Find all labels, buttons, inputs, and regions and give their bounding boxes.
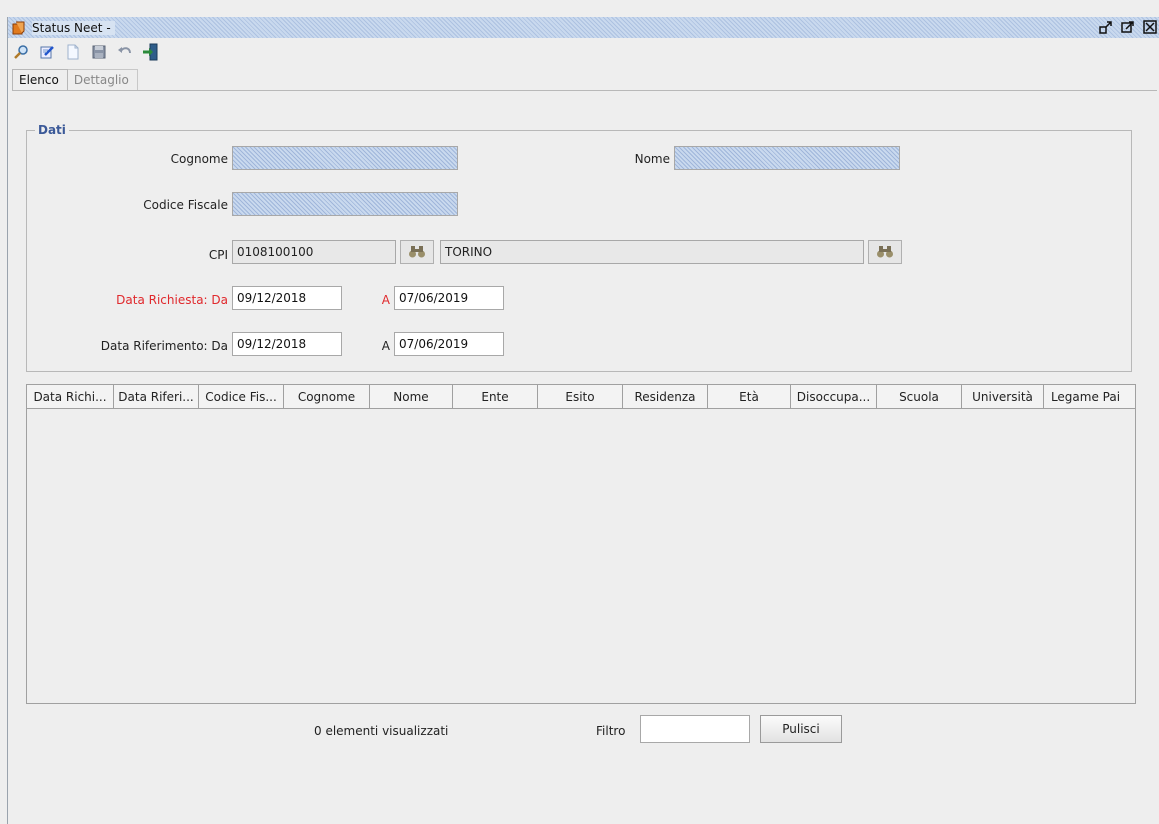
column-header[interactable]: Residenza [623,385,708,409]
column-header[interactable]: Data Richi... [27,385,114,409]
data-riferimento-a-label: A [381,339,390,353]
save-icon[interactable] [90,43,108,61]
nome-label: Nome [634,152,670,166]
column-header[interactable]: Data Riferi... [114,385,199,409]
codice-fiscale-label: Codice Fiscale [143,198,228,212]
column-header[interactable]: Esito [538,385,623,409]
cpi-code-lookup-button[interactable] [400,240,434,264]
tab-bar: Elenco Dettaglio [12,69,138,91]
column-header[interactable]: Nome [370,385,453,409]
data-riferimento-a-field[interactable]: 07/06/2019 [394,332,504,356]
column-header[interactable]: Scuola [877,385,962,409]
binoculars-icon [409,246,425,258]
column-header[interactable]: Codice Fis... [199,385,284,409]
tab-elenco[interactable]: Elenco [12,69,68,91]
cpi-label: CPI [208,248,228,262]
cognome-label: Cognome [170,152,228,166]
data-richiesta-a-label: A [381,293,390,307]
new-document-icon[interactable] [64,43,82,61]
results-table: Data Richi... Data Riferi... Codice Fis.… [26,384,1136,704]
undo-icon[interactable] [116,43,134,61]
column-header[interactable]: Legame Pai [1044,385,1127,409]
column-header[interactable]: Disoccupa... [791,385,877,409]
exit-icon[interactable] [142,43,160,61]
table-header: Data Richi... Data Riferi... Codice Fis.… [27,385,1135,409]
tab-separator [12,90,1157,91]
result-count: 0 elementi visualizzati [314,724,449,738]
column-header[interactable]: Cognome [284,385,370,409]
column-header[interactable]: Ente [453,385,538,409]
data-riferimento-label: Data Riferimento: Da [100,339,228,353]
edit-icon[interactable] [38,43,56,61]
data-richiesta-a-field[interactable]: 07/06/2019 [394,286,504,310]
filter-label: Filtro [596,724,626,738]
table-body[interactable] [27,409,1135,703]
data-riferimento-da-field[interactable]: 09/12/2018 [232,332,342,356]
window-title: Status Neet - [32,20,115,35]
data-richiesta-da-field[interactable]: 09/12/2018 [232,286,342,310]
filter-input[interactable] [640,715,750,743]
tab-dettaglio[interactable]: Dettaglio [67,69,138,91]
cpi-name-lookup-button[interactable] [868,240,902,264]
minimize-icon[interactable] [1098,19,1114,35]
cognome-field[interactable] [232,146,458,170]
clear-button[interactable]: Pulisci [760,715,842,743]
search-icon[interactable] [12,43,30,61]
data-richiesta-label: Data Richiesta: Da [116,293,228,307]
column-header[interactable]: Età [708,385,791,409]
maximize-icon[interactable] [1120,19,1136,35]
nome-field[interactable] [674,146,900,170]
codice-fiscale-field[interactable] [232,192,458,216]
title-bar: Status Neet - [8,17,1159,38]
toolbar [8,38,1159,66]
cpi-name-field[interactable]: TORINO [440,240,864,264]
close-icon[interactable] [1142,19,1158,35]
binoculars-icon [877,246,893,258]
column-header[interactable]: Università [962,385,1044,409]
app-icon [12,21,25,34]
group-legend: Dati [35,123,69,137]
cpi-code-field[interactable]: 0108100100 [232,240,396,264]
